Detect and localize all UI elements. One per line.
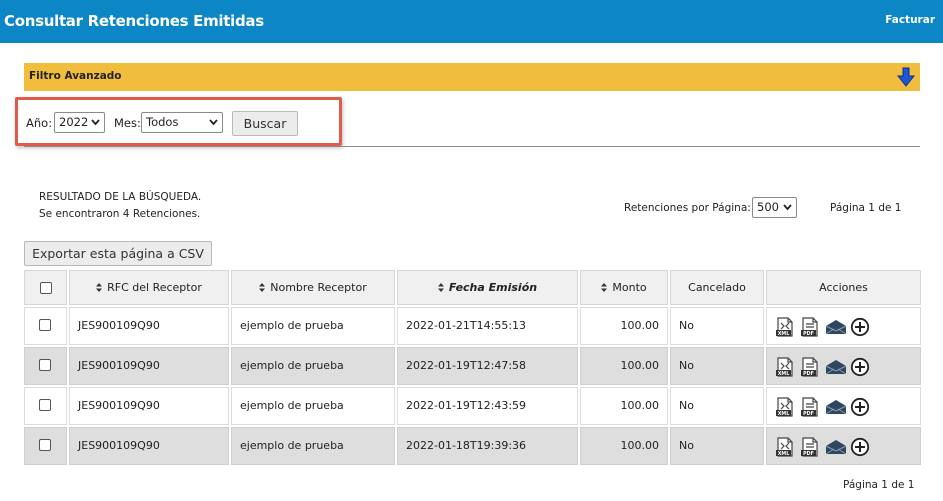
xml-file-icon[interactable]: XML xyxy=(775,357,795,377)
actions-cell: XML PDF xyxy=(766,307,921,345)
cancelled-cell: No xyxy=(670,347,764,385)
date-cell: 2022-01-21T14:55:13 xyxy=(397,307,578,345)
actions-cell: XML PDF xyxy=(766,347,921,385)
rfc-cell: JES900109Q90 xyxy=(69,387,229,425)
cancelled-cell: No xyxy=(670,427,764,465)
pagination-info: Página 1 de 1 xyxy=(830,202,902,214)
sort-icon xyxy=(259,283,266,292)
export-csv-button[interactable]: Exportar esta página a CSV xyxy=(24,241,212,266)
pdf-file-icon[interactable]: PDF xyxy=(800,357,820,377)
pdf-file-icon[interactable]: PDF xyxy=(800,397,820,417)
page-header: Consultar Retenciones Emitidas Facturar xyxy=(0,0,943,43)
pagination-info-bottom: Página 1 de 1 xyxy=(843,479,915,491)
select-all-header xyxy=(24,270,67,305)
rfc-cell: JES900109Q90 xyxy=(69,347,229,385)
date-cell: 2022-01-18T19:39:36 xyxy=(397,427,578,465)
row-checkbox[interactable] xyxy=(39,319,51,331)
svg-text:XML: XML xyxy=(778,331,790,337)
year-label: Año: xyxy=(26,116,53,130)
envelope-icon[interactable] xyxy=(825,437,847,457)
pdf-file-icon[interactable]: PDF xyxy=(800,317,820,337)
advanced-filter-label: Filtro Avanzado xyxy=(29,70,122,82)
amount-cell: 100.00 xyxy=(580,307,668,345)
rfc-cell: JES900109Q90 xyxy=(69,427,229,465)
plus-circle-icon[interactable] xyxy=(850,317,870,337)
section-divider xyxy=(24,146,920,147)
column-header-amount[interactable]: Monto xyxy=(580,270,668,305)
svg-text:XML: XML xyxy=(778,371,790,377)
xml-file-icon[interactable]: XML xyxy=(775,317,795,337)
plus-circle-icon[interactable] xyxy=(850,437,870,457)
results-count: Se encontraron 4 Retenciones. xyxy=(39,208,201,220)
page-title: Consultar Retenciones Emitidas xyxy=(4,12,264,30)
cancelled-cell: No xyxy=(670,307,764,345)
plus-circle-icon[interactable] xyxy=(850,397,870,417)
per-page-label: Retenciones por Página: xyxy=(624,202,751,214)
column-header-name[interactable]: Nombre Receptor xyxy=(231,270,395,305)
month-label: Mes: xyxy=(114,116,141,130)
name-cell: ejemplo de prueba xyxy=(231,387,395,425)
chevron-down-icon xyxy=(91,119,100,126)
month-select-value: Todos xyxy=(146,115,179,129)
facturar-link[interactable]: Facturar xyxy=(885,14,935,26)
sort-icon xyxy=(96,283,103,292)
date-cell: 2022-01-19T12:47:58 xyxy=(397,347,578,385)
actions-cell: XML PDF xyxy=(766,427,921,465)
xml-file-icon[interactable]: XML xyxy=(775,437,795,457)
svg-text:PDF: PDF xyxy=(803,331,814,337)
per-page-select[interactable]: 500 xyxy=(752,197,797,218)
column-header-cancelled: Cancelado xyxy=(670,270,764,305)
column-header-rfc[interactable]: RFC del Receptor xyxy=(69,270,229,305)
pdf-file-icon[interactable]: PDF xyxy=(800,437,820,457)
search-button[interactable]: Buscar xyxy=(232,111,298,136)
row-select-cell xyxy=(24,307,67,345)
chevron-down-icon xyxy=(209,119,218,126)
per-page-value: 500 xyxy=(757,200,779,214)
row-checkbox[interactable] xyxy=(39,399,51,411)
month-select[interactable]: Todos xyxy=(141,112,223,133)
row-select-cell xyxy=(24,427,67,465)
year-select-value: 2022 xyxy=(59,115,89,129)
results-title: RESULTADO DE LA BÚSQUEDA. xyxy=(39,191,202,203)
xml-file-icon[interactable]: XML xyxy=(775,397,795,417)
date-cell: 2022-01-19T12:43:59 xyxy=(397,387,578,425)
svg-text:PDF: PDF xyxy=(803,451,814,457)
column-header-actions: Acciones xyxy=(766,270,921,305)
row-select-cell xyxy=(24,347,67,385)
svg-text:XML: XML xyxy=(778,451,790,457)
name-cell: ejemplo de prueba xyxy=(231,347,395,385)
arrow-down-icon[interactable] xyxy=(897,67,915,87)
row-checkbox[interactable] xyxy=(39,439,51,451)
name-cell: ejemplo de prueba xyxy=(231,307,395,345)
envelope-icon[interactable] xyxy=(825,317,847,337)
row-select-cell xyxy=(24,387,67,425)
sort-icon xyxy=(601,283,608,292)
amount-cell: 100.00 xyxy=(580,427,668,465)
sort-icon xyxy=(437,283,444,292)
svg-text:PDF: PDF xyxy=(803,411,814,417)
svg-text:PDF: PDF xyxy=(803,371,814,377)
actions-cell: XML PDF xyxy=(766,387,921,425)
svg-text:XML: XML xyxy=(778,411,790,417)
column-header-date[interactable]: Fecha Emisión xyxy=(397,270,578,305)
year-select[interactable]: 2022 xyxy=(54,112,105,133)
plus-circle-icon[interactable] xyxy=(850,357,870,377)
envelope-icon[interactable] xyxy=(825,397,847,417)
chevron-down-icon xyxy=(783,204,792,211)
amount-cell: 100.00 xyxy=(580,347,668,385)
envelope-icon[interactable] xyxy=(825,357,847,377)
cancelled-cell: No xyxy=(670,387,764,425)
name-cell: ejemplo de prueba xyxy=(231,427,395,465)
row-checkbox[interactable] xyxy=(39,359,51,371)
select-all-checkbox[interactable] xyxy=(40,282,52,294)
advanced-filter-bar[interactable]: Filtro Avanzado xyxy=(24,63,920,91)
amount-cell: 100.00 xyxy=(580,387,668,425)
rfc-cell: JES900109Q90 xyxy=(69,307,229,345)
